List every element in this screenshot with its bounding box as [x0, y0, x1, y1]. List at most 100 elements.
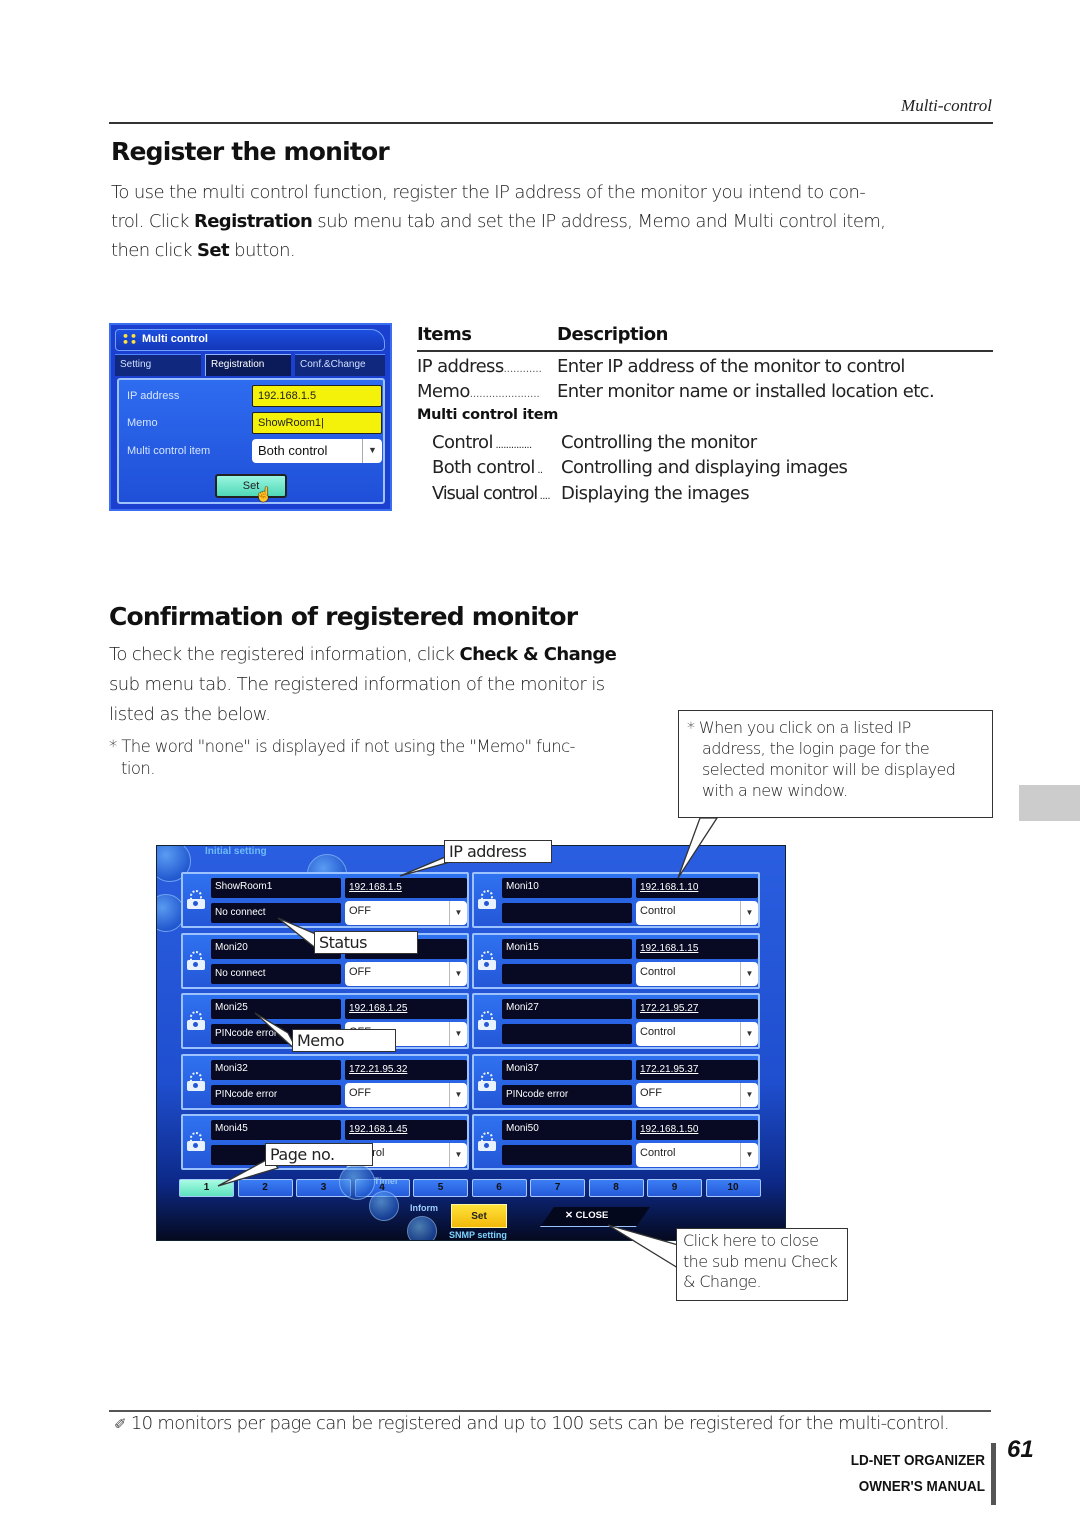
monitor-card: Moni15 192.168.1.15 Control ▼: [472, 932, 760, 989]
monitor-ip-link[interactable]: 192.168.1.50: [636, 1120, 758, 1140]
chevron-down-icon[interactable]: ▼: [449, 901, 467, 925]
lock-icon: [187, 1071, 205, 1092]
chevron-down-icon[interactable]: ▼: [449, 1082, 467, 1107]
timer-label: Timer: [374, 1176, 399, 1186]
page-button-2[interactable]: 2: [237, 1179, 293, 1197]
ip-address-input[interactable]: 192.168.1.5: [252, 385, 382, 407]
monitor-ip-link[interactable]: 192.168.1.15: [636, 938, 758, 959]
label-ip-address: IP address: [444, 840, 552, 863]
page-button-5[interactable]: 5: [413, 1179, 468, 1197]
monitor-status: [502, 1024, 632, 1044]
set-button[interactable]: Set ☝: [215, 474, 287, 502]
monitor-ip-link[interactable]: 172.21.95.32: [345, 1059, 467, 1080]
lock-icon: [478, 1132, 496, 1152]
monitor-memo: Moni25: [211, 999, 341, 1019]
monitor-mode-select[interactable]: Control▼: [636, 901, 758, 925]
callout-ip-click: * When you click on a listed IP address,…: [678, 710, 993, 818]
header-rule: [109, 122, 993, 124]
multi-control-item-subheading: Multi control item: [417, 407, 559, 423]
lock-icon: [187, 1011, 205, 1031]
registration-keyword: Registration: [193, 211, 313, 232]
page-button-1[interactable]: 1: [179, 1179, 234, 1197]
multi-control-item-select[interactable]: Both control ▼: [252, 439, 382, 463]
memo-input[interactable]: ShowRoom1|: [252, 412, 382, 434]
information-label: Inform: [410, 1203, 438, 1213]
monitor-card: Moni50 192.168.1.50 Control ▼: [472, 1114, 760, 1170]
monitor-mode-select[interactable]: OFF▼: [345, 961, 467, 986]
monitor-card: Moni37 PINcode error 172.21.95.37 OFF ▼: [472, 1053, 760, 1110]
check-change-screenshot: Initial setting ShowRoom1 No connect 192.1…: [156, 845, 786, 1241]
chevron-down-icon[interactable]: ▼: [740, 961, 758, 986]
chevron-down-icon[interactable]: ▼: [449, 1022, 467, 1046]
lock-icon: [478, 1071, 496, 1092]
items-table-header: Items Description: [417, 324, 993, 352]
manual-name: OWNER'S MANUAL: [858, 1478, 985, 1495]
monitor-ip-link[interactable]: 192.168.1.5: [345, 878, 467, 898]
monitor-mode-select[interactable]: OFF▼: [345, 1082, 467, 1107]
page-button-8[interactable]: 8: [588, 1179, 644, 1197]
monitor-status: No connect: [211, 963, 341, 984]
col-items: Items: [417, 324, 472, 345]
ip-address-label: IP address: [127, 390, 180, 402]
monitor-status: [502, 963, 632, 984]
initial-setting-label: Initial setting: [205, 846, 267, 857]
tab-registration[interactable]: Registration: [205, 354, 291, 376]
sub-menu-tabs: Setting Registration Conf.&Change: [115, 354, 387, 376]
label-status: Status: [314, 931, 418, 954]
section-title-register: Register the monitor: [111, 137, 390, 166]
chevron-down-icon[interactable]: ▼: [740, 901, 758, 925]
page-button-6[interactable]: 6: [471, 1179, 527, 1197]
monitor-card: Moni10 192.168.1.10 Control ▼: [472, 872, 760, 928]
monitor-status: No connect: [211, 903, 341, 923]
monitor-memo: Moni10: [502, 878, 632, 898]
check-change-keyword: Check & Change: [459, 644, 617, 665]
monitor-mode-select[interactable]: OFF▼: [636, 1082, 758, 1107]
monitor-mode-select[interactable]: Control▼: [636, 1022, 758, 1046]
callout-close-hint: Click here to close the sub menu Check &…: [676, 1228, 848, 1301]
register-line-1: To use the multi control function, regis…: [111, 182, 866, 203]
monitor-mode-select[interactable]: OFF▼: [345, 901, 467, 925]
page-button-9[interactable]: 9: [647, 1179, 702, 1197]
page-number-bar-divider: [991, 1443, 996, 1505]
label-memo: Memo: [292, 1029, 396, 1052]
snmp-setting-label[interactable]: SNMP setting: [449, 1230, 507, 1240]
footer-rule: [109, 1410, 991, 1412]
monitor-ip-link[interactable]: 192.168.1.45: [345, 1120, 467, 1140]
cc-set-button[interactable]: Set: [451, 1204, 507, 1228]
monitor-ip-link[interactable]: 172.21.95.27: [636, 999, 758, 1019]
grid-dots-icon: •• ••: [122, 330, 139, 349]
table-row: Control .............. Controlling the m…: [432, 432, 757, 453]
register-line-3: then click Set button.: [111, 240, 296, 261]
monitor-mode-select[interactable]: Control▼: [636, 961, 758, 986]
registration-form: IP address 192.168.1.5 Memo ShowRoom1| M…: [117, 378, 385, 504]
chevron-down-icon[interactable]: ▼: [740, 1082, 758, 1107]
chevron-down-icon[interactable]: ▼: [449, 961, 467, 986]
chevron-down-icon[interactable]: ▼: [740, 1022, 758, 1046]
memo-label: Memo: [127, 417, 158, 429]
hand-cursor-icon: ☝: [255, 486, 273, 502]
lock-icon: [478, 890, 496, 910]
monitor-status: [502, 1145, 632, 1165]
table-row: Visual control .... Displaying the image…: [432, 483, 750, 504]
monitor-ip-link[interactable]: 192.168.1.25: [345, 999, 467, 1019]
running-head: Multi-control: [901, 96, 992, 115]
chevron-down-icon[interactable]: ▼: [449, 1143, 467, 1167]
monitor-card: Moni32 PINcode error 172.21.95.32 OFF ▼: [181, 1053, 469, 1110]
product-name: LD-NET ORGANIZER: [850, 1452, 985, 1469]
lock-icon: [478, 1011, 496, 1031]
monitor-ip-link[interactable]: 172.21.95.37: [636, 1059, 758, 1080]
timer-bubble-icon: [339, 1164, 375, 1200]
monitor-status: [502, 903, 632, 923]
monitor-ip-link[interactable]: 192.168.1.10: [636, 878, 758, 898]
page-button-10[interactable]: 10: [705, 1179, 761, 1197]
tab-setting[interactable]: Setting: [115, 354, 201, 376]
table-row: IP address............ Enter IP address …: [417, 356, 905, 377]
tab-conf-change[interactable]: Conf.&Change: [295, 354, 385, 376]
close-button[interactable]: ✕ CLOSE: [565, 1210, 608, 1221]
chevron-down-icon[interactable]: ▼: [362, 439, 382, 463]
page-button-7[interactable]: 7: [530, 1179, 585, 1197]
side-tab-marker: [1019, 785, 1080, 821]
monitor-card: Moni27 172.21.95.27 Control ▼: [472, 993, 760, 1049]
chevron-down-icon[interactable]: ▼: [740, 1143, 758, 1167]
monitor-mode-select[interactable]: Control▼: [636, 1143, 758, 1167]
